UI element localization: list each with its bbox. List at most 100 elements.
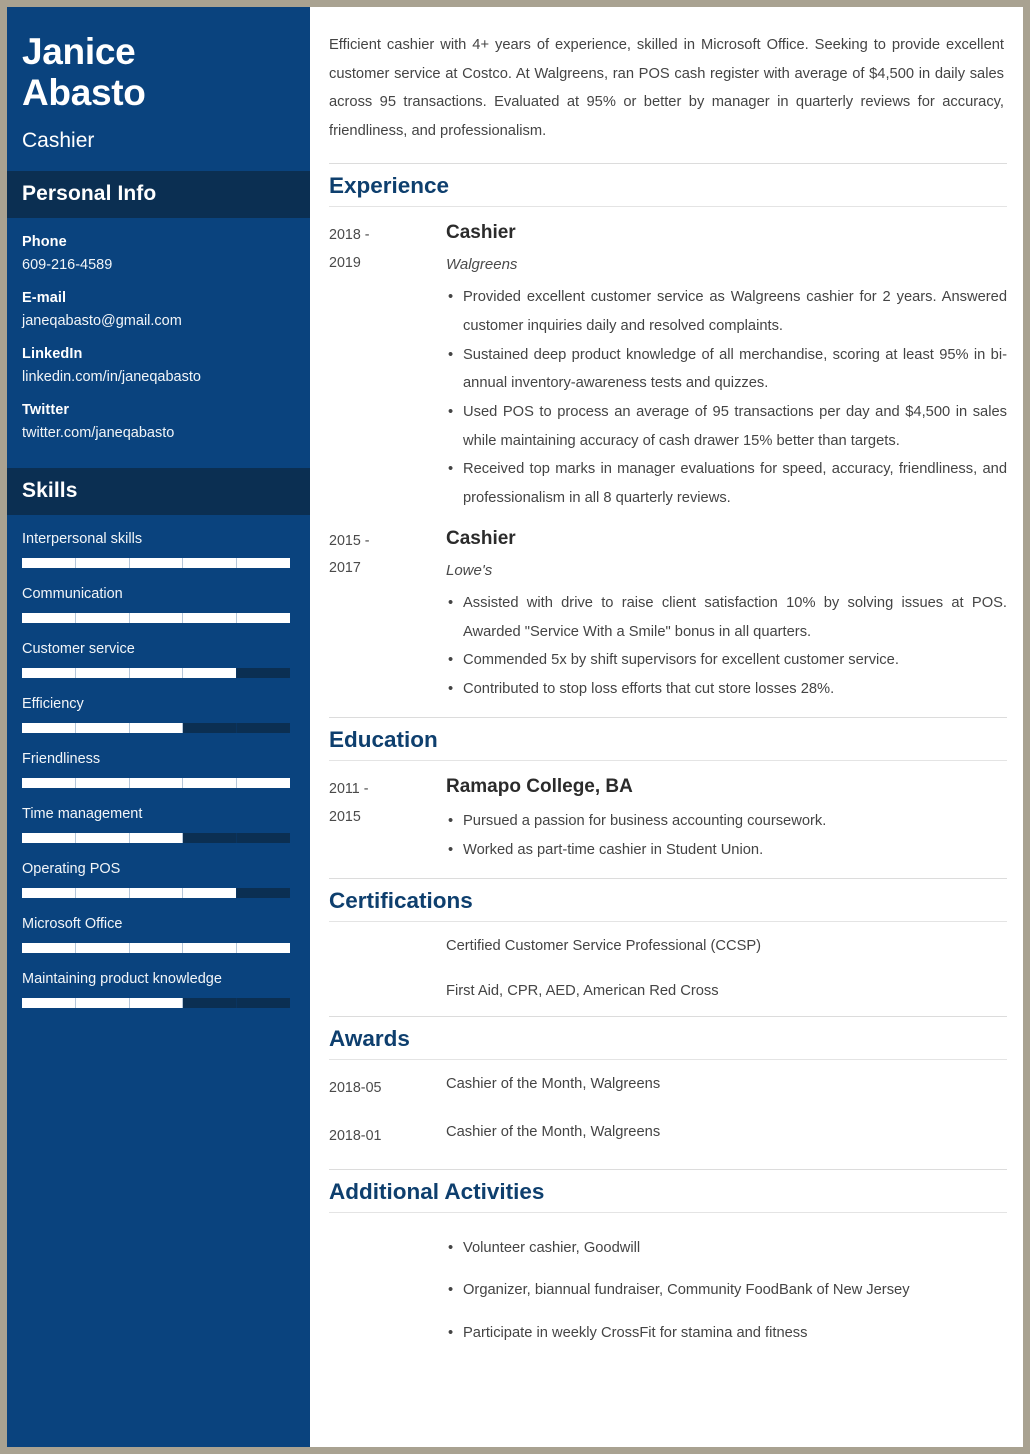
section-body-certifications: Certified Customer Service Professional … <box>329 920 1007 1004</box>
skill-bar <box>22 723 290 734</box>
skill-item: Operating POS <box>22 861 295 899</box>
entry-date: 2018 - 2019 <box>329 220 446 513</box>
entry-date-spacer <box>329 980 446 1004</box>
certification-text: First Aid, CPR, AED, American Red Cross <box>446 983 719 1000</box>
contact-item-linkedin: LinkedIn linkedin.com/in/janeqabasto <box>22 346 295 385</box>
certification-row: Certified Customer Service Professional … <box>329 935 1007 959</box>
sidebar: Janice Abasto Cashier Personal Info Phon… <box>7 7 310 1447</box>
candidate-job-title: Cashier <box>22 128 95 152</box>
skill-bar <box>22 943 290 954</box>
bullet-item: Provided excellent customer service as W… <box>446 283 1007 340</box>
resume-page: Janice Abasto Cashier Personal Info Phon… <box>0 0 1030 1454</box>
contact-value-email[interactable]: janeqabasto@gmail.com <box>22 313 295 329</box>
skill-bar <box>22 778 290 789</box>
entry-role: Cashier <box>446 527 516 549</box>
section-certifications: Certifications Certified Customer Servic… <box>329 877 1007 1004</box>
entry-bullets: Pursued a passion for business accountin… <box>446 807 1007 864</box>
skill-label: Customer service <box>22 641 135 658</box>
section-title-experience: Experience <box>329 162 1007 206</box>
section-title-awards: Awards <box>329 1015 1007 1059</box>
skill-bar-ticks <box>22 723 290 734</box>
award-date: 2018-05 <box>329 1079 382 1096</box>
experience-entry: 2018 - 2019 Cashier Walgreens Provided e… <box>329 220 1007 513</box>
contact-value-linkedin[interactable]: linkedin.com/in/janeqabasto <box>22 369 295 385</box>
skill-item: Time management <box>22 806 295 844</box>
skill-label: Operating POS <box>22 861 121 878</box>
personal-info-heading: Personal Info <box>7 171 310 219</box>
entry-date: 2011 - 2015 <box>329 774 446 865</box>
contact-label: LinkedIn <box>22 346 83 363</box>
skill-item: Communication <box>22 586 295 624</box>
entry-date: 2015 - 2017 <box>329 526 446 704</box>
skill-bar-ticks <box>22 668 290 679</box>
section-title-certifications: Certifications <box>329 877 1007 921</box>
contact-value-twitter[interactable]: twitter.com/janeqabasto <box>22 425 295 441</box>
entry-date-to: 2019 <box>329 254 361 271</box>
award-text: Cashier of the Month, Walgreens <box>446 1075 661 1092</box>
candidate-name-line1: Janice <box>22 31 136 72</box>
section-title-additional-activities: Additional Activities <box>329 1168 1007 1212</box>
skill-bar-ticks <box>22 778 290 789</box>
skill-label: Communication <box>22 586 123 603</box>
bullet-item: Volunteer cashier, Goodwill <box>446 1234 910 1263</box>
candidate-name-line2: Abasto <box>22 72 146 114</box>
skill-bar <box>22 998 290 1009</box>
contact-label: Twitter <box>22 402 70 419</box>
skill-bar-ticks <box>22 833 290 844</box>
skill-label: Interpersonal skills <box>22 531 143 548</box>
entry-date-from: 2011 - <box>329 780 369 797</box>
contact-item-email: E-mail janeqabasto@gmail.com <box>22 290 295 329</box>
entry-date-to: 2015 <box>329 808 361 825</box>
bullet-item: Pursued a passion for business accountin… <box>446 807 1007 836</box>
contact-label: E-mail <box>22 290 67 307</box>
section-body-education: 2011 - 2015 Ramapo College, BA Pursued a… <box>329 759 1007 865</box>
section-additional-activities: Additional Activities Volunteer cashier,… <box>329 1168 1007 1362</box>
skill-bar <box>22 558 290 569</box>
skill-item: Efficiency <box>22 696 295 734</box>
main-content: Efficient cashier with 4+ years of exper… <box>310 7 1023 1447</box>
entry-date-from: 2015 - <box>329 532 370 549</box>
summary-paragraph: Efficient cashier with 4+ years of exper… <box>329 37 1004 139</box>
skill-item: Friendliness <box>22 751 295 789</box>
entry-main: Cashier Lowe's Assisted with drive to ra… <box>446 526 1007 704</box>
skills-heading: Skills <box>7 468 310 516</box>
certification-row: First Aid, CPR, AED, American Red Cross <box>329 980 1007 1004</box>
section-body-additional-activities: Volunteer cashier, Goodwill Organizer, b… <box>329 1211 1007 1362</box>
skill-label: Microsoft Office <box>22 916 123 933</box>
award-row: 2018-05 Cashier of the Month, Walgreens <box>329 1073 1007 1103</box>
entry-main: Cashier Walgreens Provided excellent cus… <box>446 220 1007 513</box>
section-experience: Experience 2018 - 2019 Cashier Walgreens… <box>329 162 1007 704</box>
skill-bar-ticks <box>22 888 290 899</box>
section-title-education: Education <box>329 716 1007 760</box>
skill-bar <box>22 613 290 624</box>
entry-degree: Ramapo College, BA <box>446 775 633 797</box>
award-row: 2018-01 Cashier of the Month, Walgreens <box>329 1121 1007 1151</box>
certification-text: Certified Customer Service Professional … <box>446 937 762 954</box>
entry-date-from: 2018 - <box>329 226 370 243</box>
contact-item-phone: Phone 609-216-4589 <box>22 234 295 273</box>
contact-label: Phone <box>22 234 67 251</box>
skill-bar-ticks <box>22 943 290 954</box>
contact-item-twitter: Twitter twitter.com/janeqabasto <box>22 402 295 441</box>
skill-bar-ticks <box>22 998 290 1009</box>
contact-list: Phone 609-216-4589 E-mail janeqabasto@gm… <box>7 218 310 468</box>
entry-role: Cashier <box>446 221 516 243</box>
activities-bullets: Volunteer cashier, Goodwill Organizer, b… <box>446 1234 910 1362</box>
candidate-name: Janice Abasto <box>22 31 295 114</box>
bullet-item: Assisted with drive to raise client sati… <box>446 589 1007 646</box>
bullet-item: Participate in weekly CrossFit for stami… <box>446 1319 910 1348</box>
award-text: Cashier of the Month, Walgreens <box>446 1123 661 1140</box>
bullet-item: Used POS to process an average of 95 tra… <box>446 398 1007 455</box>
entry-org: Lowe's <box>446 562 493 580</box>
experience-entry: 2015 - 2017 Cashier Lowe's Assisted with… <box>329 526 1007 704</box>
section-body-experience: 2018 - 2019 Cashier Walgreens Provided e… <box>329 205 1007 704</box>
skill-item: Interpersonal skills <box>22 531 295 569</box>
bullet-item: Received top marks in manager evaluation… <box>446 455 1007 512</box>
skill-item: Microsoft Office <box>22 916 295 954</box>
award-date: 2018-01 <box>329 1127 382 1144</box>
entry-org: Walgreens <box>446 256 518 274</box>
bullet-item: Worked as part-time cashier in Student U… <box>446 836 1007 865</box>
bullet-item: Sustained deep product knowledge of all … <box>446 341 1007 398</box>
skills-list: Interpersonal skills Communication Custo… <box>7 515 310 1034</box>
contact-value-phone[interactable]: 609-216-4589 <box>22 257 295 273</box>
